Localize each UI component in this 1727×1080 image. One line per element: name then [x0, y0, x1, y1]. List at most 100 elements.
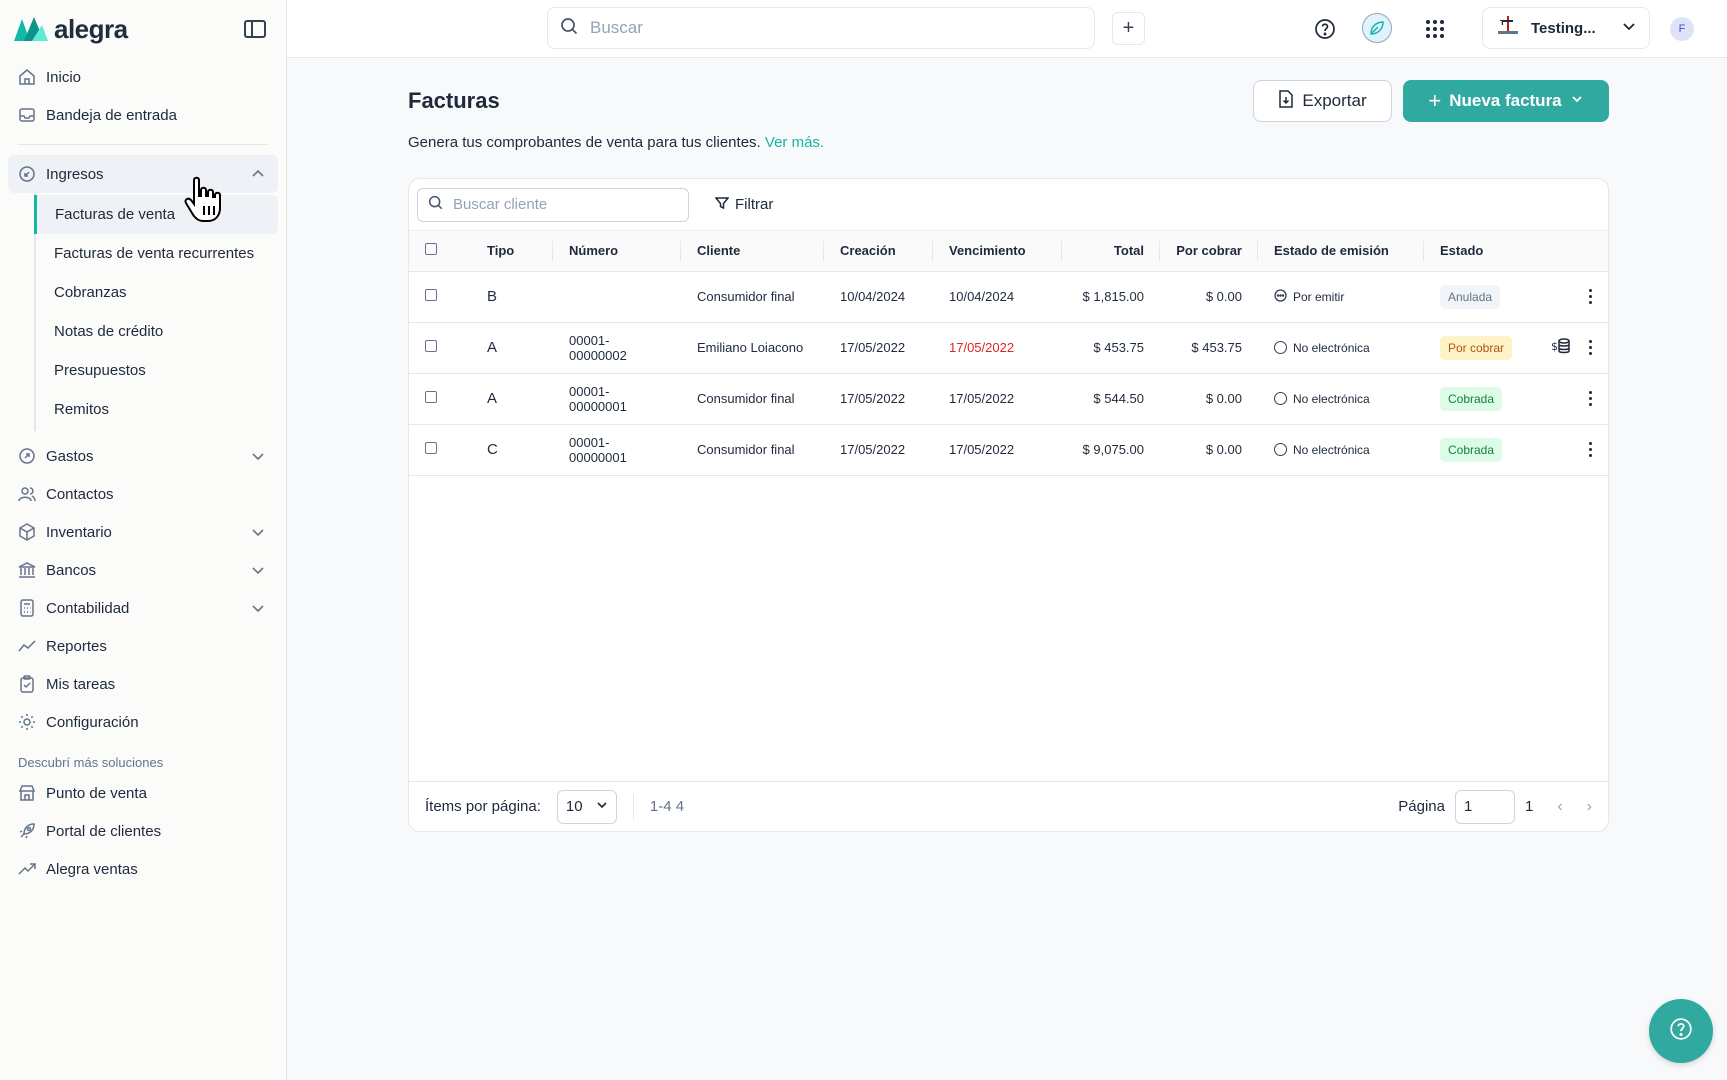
new-invoice-label: Nueva factura — [1449, 91, 1562, 110]
table-row[interactable]: C 00001- 00000001 Consumidor final 17/05/202… — [409, 424, 1608, 476]
sidebar-subitem-remitos[interactable]: Remitos — [34, 390, 278, 429]
leaf-status-icon[interactable] — [1362, 13, 1392, 43]
alegra-logo[interactable]: alegra — [12, 14, 128, 45]
col-label: Estado — [1440, 243, 1484, 259]
new-invoice-button[interactable]: + Nueva factura — [1403, 80, 1609, 122]
table-row[interactable]: B Consumidor final 10/04/2024 10/04/2024 $ 1… — [409, 271, 1608, 323]
pagination-bar: Ítems por página: 10 1-4 4 Página 1 1 ‹ … — [409, 781, 1608, 831]
cell-creacion: 17/05/2022 — [824, 373, 933, 425]
more-options-icon[interactable] — [1589, 442, 1592, 457]
sidebar-subitem-facturas-recurrentes[interactable]: Facturas de venta recurrentes — [34, 234, 278, 273]
cell-numero[interactable] — [553, 271, 681, 323]
sidebar-toggle-icon[interactable] — [244, 20, 266, 38]
company-selector[interactable]: T Testing... — [1482, 7, 1650, 49]
cell-numero[interactable]: 00001- 00000001 — [553, 373, 681, 425]
help-chat-button[interactable] — [1649, 999, 1713, 1063]
numero-line-2: 00000001 — [569, 398, 627, 414]
topbar: Buscar + T Testing... F — [287, 0, 1727, 58]
calculator-icon — [18, 599, 36, 617]
cell-tipo: B — [471, 271, 553, 323]
table-row[interactable]: A 00001- 00000001 Consumidor final 17/05/202… — [409, 373, 1608, 425]
sidebar-item-label: Portal de clientes — [46, 822, 162, 840]
sidebar-item-punto-venta[interactable]: Punto de venta — [8, 774, 278, 812]
emission-status-text: No electrónica — [1293, 340, 1370, 355]
see-more-link[interactable]: Ver más. — [765, 134, 824, 151]
page-number-input[interactable]: 1 — [1455, 789, 1515, 824]
export-button[interactable]: Exportar — [1253, 80, 1392, 122]
sidebar-subitem-cobranzas[interactable]: Cobranzas — [34, 273, 278, 312]
search-icon — [560, 17, 578, 40]
apps-grid-icon[interactable] — [1422, 16, 1448, 42]
sidebar-item-contabilidad[interactable]: Contabilidad — [8, 589, 278, 627]
chevron-right-icon[interactable]: › — [1587, 798, 1592, 816]
sidebar-item-inicio[interactable]: Inicio — [8, 58, 278, 96]
sidebar-item-configuracion[interactable]: Configuración — [8, 703, 278, 741]
sidebar-item-gastos[interactable]: Gastos — [8, 437, 278, 475]
sidebar-item-bandeja[interactable]: Bandeja de entrada — [8, 96, 278, 134]
sidebar-item-portal-clientes[interactable]: Portal de clientes — [8, 812, 278, 850]
cell-numero[interactable]: 00001- 00000002 — [553, 322, 681, 374]
numero-line-2: 00000002 — [569, 347, 627, 363]
inbox-icon — [18, 106, 36, 124]
sidebar-item-reportes[interactable]: Reportes — [8, 627, 278, 665]
alegra-leaf-icon — [14, 17, 48, 41]
filter-button[interactable]: Filtrar — [714, 196, 773, 214]
more-options-icon[interactable] — [1589, 340, 1592, 355]
client-search-input[interactable]: Buscar cliente — [417, 187, 689, 222]
row-checkbox[interactable] — [425, 340, 437, 352]
chevron-left-icon[interactable]: ‹ — [1557, 798, 1562, 816]
sidebar-item-label: Inventario — [46, 523, 112, 541]
more-options-icon[interactable] — [1589, 289, 1592, 304]
cell-estado-emision: Por emitir — [1258, 271, 1424, 323]
no-electronic-icon — [1274, 341, 1287, 354]
cell-estado-emision: No electrónica — [1258, 373, 1424, 425]
page-subtitle: Genera tus comprobantes de venta para tu… — [408, 134, 824, 151]
col-label: Estado de emisión — [1274, 243, 1389, 259]
store-icon — [18, 784, 36, 802]
col-numero: Número — [553, 231, 681, 272]
row-checkbox[interactable] — [425, 391, 437, 403]
sidebar-item-ingresos[interactable]: Ingresos — [8, 155, 278, 193]
user-avatar[interactable]: F — [1670, 17, 1694, 41]
col-label: Vencimiento — [949, 243, 1026, 259]
more-options-icon[interactable] — [1589, 391, 1592, 406]
cell-creacion: 17/05/2022 — [824, 322, 933, 374]
sidebar-subitem-notas-credito[interactable]: Notas de crédito — [34, 312, 278, 351]
sidebar-item-label: Bancos — [46, 561, 97, 579]
numero-line-1: 00001- — [569, 332, 610, 348]
global-search-input[interactable]: Buscar — [547, 7, 1095, 49]
col-creacion: Creación — [824, 231, 933, 272]
sidebar-item-mis-tareas[interactable]: Mis tareas — [8, 665, 278, 703]
pending-emission-icon — [1274, 288, 1287, 305]
cell-vencimiento: 17/05/2022 — [933, 322, 1062, 374]
solutions-section-label: Descubrí más soluciones — [18, 755, 164, 770]
cell-total: $ 453.75 — [1062, 322, 1160, 374]
cell-cliente: Consumidor final — [681, 271, 824, 323]
sidebar-subitem-presupuestos[interactable]: Presupuestos — [34, 351, 278, 390]
row-checkbox[interactable] — [425, 442, 437, 454]
sidebar-item-bancos[interactable]: Bancos — [8, 551, 278, 589]
table-row[interactable]: A 00001- 00000002 Emiliano Loiacono 17/05/20… — [409, 322, 1608, 374]
quick-add-button[interactable]: + — [1112, 12, 1145, 45]
sidebar-item-contactos[interactable]: Contactos — [8, 475, 278, 513]
select-all-checkbox[interactable] — [425, 243, 437, 256]
ingresos-submenu: Facturas de venta Facturas de venta recu… — [34, 193, 278, 431]
sidebar-item-label: Bandeja de entrada — [46, 106, 177, 124]
col-cliente: Cliente — [681, 231, 824, 272]
cell-numero[interactable]: 00001- 00000001 — [553, 424, 681, 476]
sidebar-subitem-facturas-venta[interactable]: Facturas de venta — [34, 195, 278, 234]
cell-tipo: A — [471, 322, 553, 374]
per-page-select[interactable]: 10 — [556, 789, 617, 824]
help-icon — [1669, 1017, 1693, 1045]
status-badge: Cobrada — [1440, 386, 1503, 411]
pager: Página 1 1 ‹ › — [1398, 789, 1592, 824]
row-checkbox[interactable] — [425, 289, 437, 301]
main-content: Facturas Genera tus comprobantes de vent… — [287, 58, 1727, 1080]
page-number-value: 1 — [1464, 798, 1473, 815]
sidebar-item-alegra-ventas[interactable]: Alegra ventas — [8, 850, 278, 888]
help-icon[interactable] — [1312, 16, 1338, 42]
contacts-icon — [18, 485, 36, 503]
register-payment-icon[interactable]: $ — [1551, 337, 1571, 358]
sidebar: alegra Inicio Bandeja de entrada Ingreso… — [0, 0, 287, 1080]
sidebar-item-inventario[interactable]: Inventario — [8, 513, 278, 551]
